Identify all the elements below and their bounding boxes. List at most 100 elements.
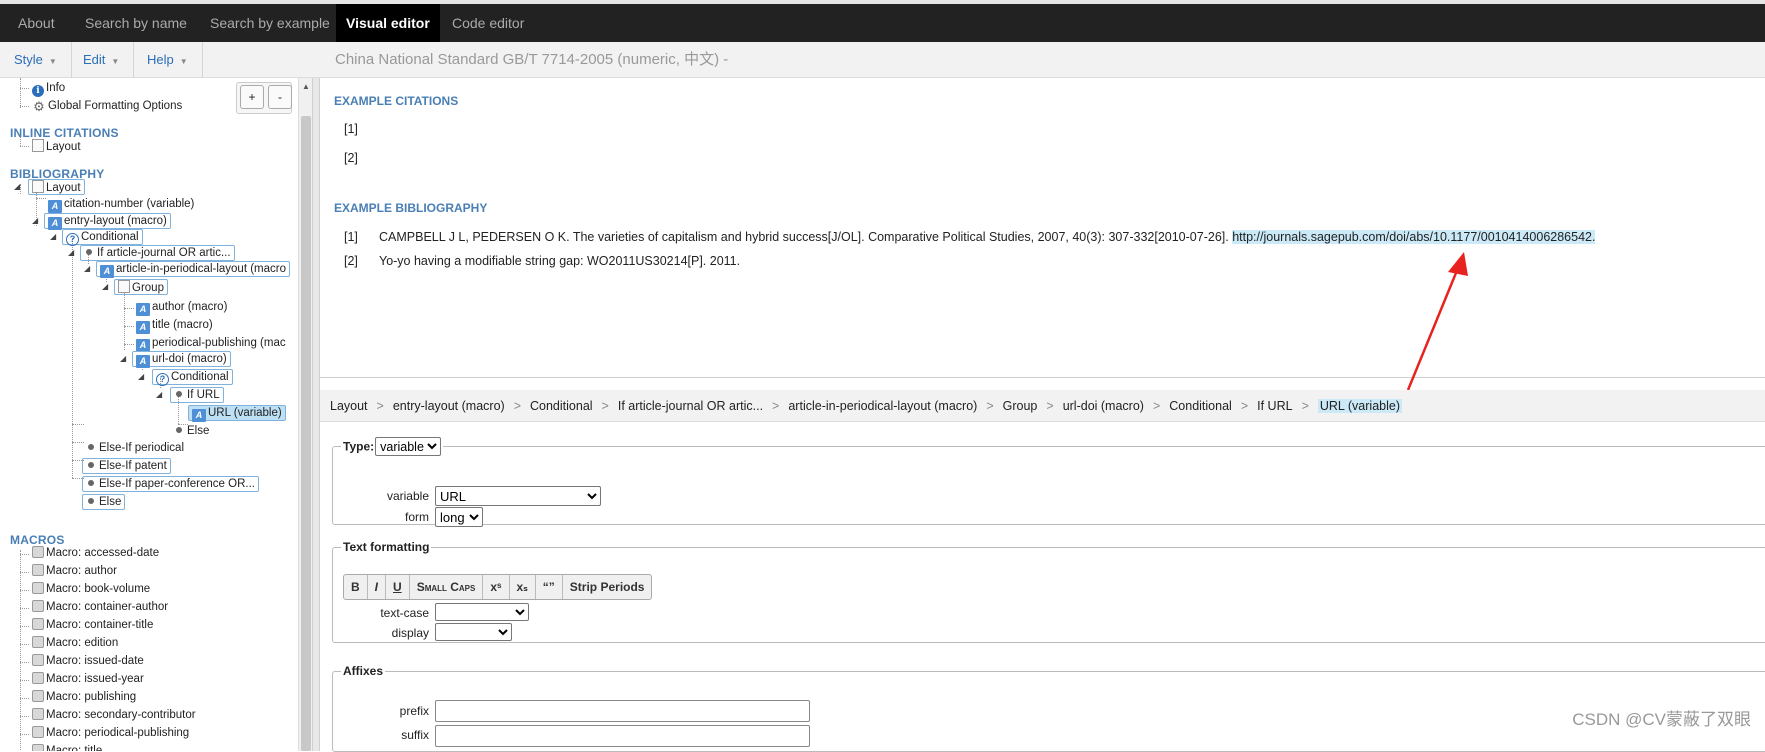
breadcrumb-item[interactable]: URL (variable) (1317, 399, 1402, 413)
style-menu-button[interactable]: Style ▼ (0, 42, 72, 78)
breadcrumb-item[interactable]: Layout (330, 399, 368, 413)
tree-item-elseif-paper[interactable]: Else-If paper-conference OR... (82, 476, 259, 492)
collapse-toggle-icon[interactable]: ◢ (32, 216, 38, 226)
underline-button[interactable]: U (386, 575, 410, 599)
variable-select[interactable]: URL (435, 486, 601, 506)
tree-item-macro[interactable]: Macro: author (30, 564, 119, 579)
tree-item-conditional[interactable]: ? Conditional (62, 229, 143, 246)
text-case-select[interactable] (435, 603, 529, 621)
breadcrumb-item[interactable]: url-doi (macro) (1063, 399, 1144, 413)
breadcrumb-item[interactable]: entry-layout (macro) (393, 399, 505, 413)
tree-item-author[interactable]: Aauthor (macro) (134, 300, 229, 316)
breadcrumb-item[interactable]: If URL (1257, 399, 1292, 413)
tree-item-macro[interactable]: Macro: container-title (30, 618, 155, 633)
breadcrumb-item[interactable]: Conditional (530, 399, 593, 413)
breadcrumb-separator: > (1240, 399, 1249, 413)
tree-item-conditional-inner[interactable]: ? Conditional (152, 369, 233, 386)
tree-item-else-inner[interactable]: Else (172, 424, 211, 439)
tree-item-label: Macro: accessed-date (46, 547, 160, 559)
tree-item-macro[interactable]: Macro: periodical-publishing (30, 726, 191, 741)
suffix-input[interactable] (435, 725, 810, 747)
subscript-button[interactable]: xₛ (510, 575, 536, 599)
tree-item-inline-layout[interactable]: Layout (30, 139, 83, 154)
breadcrumb-item[interactable]: If article-journal OR artic... (618, 399, 763, 413)
collapse-toggle-icon[interactable]: ◢ (50, 232, 56, 242)
quotes-button[interactable]: “” (536, 575, 563, 599)
collapse-toggle-icon[interactable]: ◢ (102, 282, 108, 292)
tree-item-label: Layout (46, 182, 81, 194)
superscript-button[interactable]: xˢ (483, 575, 510, 599)
tree-scrollbar[interactable]: ▲ (298, 78, 312, 751)
tree-item-macro[interactable]: Macro: accessed-date (30, 546, 161, 561)
tab-search-by-name[interactable]: Search by name (75, 4, 197, 42)
tree-item-else-outer[interactable]: Else (82, 494, 126, 510)
strip-periods-button[interactable]: Strip Periods (563, 575, 652, 599)
breadcrumb-item[interactable]: Conditional (1169, 399, 1232, 413)
tree-item-macro[interactable]: Macro: edition (30, 636, 120, 651)
collapse-toggle-icon[interactable]: ◢ (138, 372, 144, 382)
tree-item-url-doi[interactable]: Aurl-doi (macro) (132, 351, 231, 368)
add-node-button[interactable]: + (240, 85, 264, 109)
scroll-up-icon[interactable]: ▲ (302, 82, 310, 91)
dot-icon (88, 498, 94, 504)
tab-visual-editor[interactable]: Visual editor (336, 4, 440, 42)
collapse-toggle-icon[interactable]: ◢ (14, 182, 20, 192)
tree-item-entry-layout[interactable]: Aentry-layout (macro) (44, 213, 171, 230)
help-menu-button[interactable]: Help ▼ (133, 42, 203, 78)
form-select[interactable]: long (435, 507, 483, 527)
edit-menu-button[interactable]: Edit ▼ (69, 42, 135, 78)
tree-item-label: Group (132, 282, 164, 294)
scrollbar-thumb[interactable] (301, 116, 311, 751)
tree-item-citation-number[interactable]: Acitation-number (variable) (46, 197, 196, 213)
type-select[interactable]: variable (375, 437, 442, 456)
breadcrumb-item[interactable]: Group (1003, 399, 1038, 413)
tree-item-title[interactable]: Atitle (macro) (134, 318, 215, 334)
prefix-label: prefix (399, 704, 429, 718)
node-editor: Type: variable variable URL form long Tex… (320, 422, 1765, 752)
breadcrumb-separator: > (601, 399, 609, 413)
tab-about[interactable]: About (8, 4, 65, 42)
macro-cube-icon (32, 600, 44, 612)
collapse-toggle-icon[interactable]: ◢ (120, 354, 126, 364)
tree-item-macro[interactable]: Macro: publishing (30, 690, 138, 705)
display-select[interactable] (435, 623, 512, 641)
tree-item-macro[interactable]: Macro: secondary-contributor (30, 708, 198, 723)
remove-node-button[interactable]: - (268, 85, 292, 109)
tree-item-if-url[interactable]: If URL (170, 387, 224, 403)
tree-item-info[interactable]: i Info (30, 81, 67, 97)
bib-entry-1: CAMPBELL J L, PEDERSEN O K. The varietie… (379, 230, 1596, 244)
breadcrumb: Layout > entry-layout (macro) > Conditional >… (320, 390, 1765, 422)
layout-icon (32, 180, 44, 193)
tree-item-article-periodical-layout[interactable]: Aarticle-in-periodical-layout (macro (96, 261, 291, 278)
tree-item-macro[interactable]: Macro: title (30, 744, 104, 751)
small-caps-button[interactable]: Small Caps (410, 575, 484, 599)
tree-item-if-article[interactable]: If article-journal OR artic... (80, 245, 235, 261)
tree-item-macro[interactable]: Macro: container-author (30, 600, 170, 615)
tree-item-macro[interactable]: Macro: issued-year (30, 672, 146, 687)
bib-entry-text: Yo-yo having a modifiable string gap: WO… (379, 254, 741, 268)
collapse-toggle-icon[interactable]: ◢ (156, 390, 162, 400)
tree-item-periodical-publishing[interactable]: Aperiodical-publishing (mac (134, 336, 288, 352)
tree-item-elseif-periodical[interactable]: Else-If periodical (84, 441, 186, 456)
panel-splitter[interactable] (312, 78, 320, 751)
tree-item-url-variable[interactable]: A URL (variable) (188, 405, 286, 422)
tree-item-elseif-patent[interactable]: Else-If patent (82, 458, 171, 474)
bold-button[interactable]: B (344, 575, 368, 599)
tree-item-macro[interactable]: Macro: issued-date (30, 654, 146, 669)
collapse-toggle-icon[interactable]: ◢ (84, 264, 90, 274)
breadcrumb-separator: > (376, 399, 384, 413)
italic-button[interactable]: I (368, 575, 387, 599)
tab-search-by-example[interactable]: Search by example (200, 4, 340, 42)
toolbar: Style ▼ Edit ▼ Help ▼ China National Standa… (0, 42, 1765, 78)
tab-code-editor[interactable]: Code editor (442, 4, 534, 42)
collapse-toggle-icon[interactable]: ◢ (68, 248, 74, 258)
tree-item-group[interactable]: Group (114, 279, 168, 295)
tree-item-global-formatting[interactable]: ⚙ Global Formatting Options (30, 99, 184, 114)
tree-item-label: periodical-publishing (mac (152, 337, 286, 349)
tree-item-macro[interactable]: Macro: book-volume (30, 582, 152, 597)
bib-entry-url[interactable]: http://journals.sagepub.com/doi/abs/10.1… (1232, 230, 1596, 244)
tree-item-bib-layout[interactable]: Layout (28, 179, 85, 195)
chevron-down-icon: ▼ (179, 57, 188, 66)
prefix-input[interactable] (435, 700, 810, 722)
breadcrumb-item[interactable]: article-in-periodical-layout (macro) (788, 399, 977, 413)
